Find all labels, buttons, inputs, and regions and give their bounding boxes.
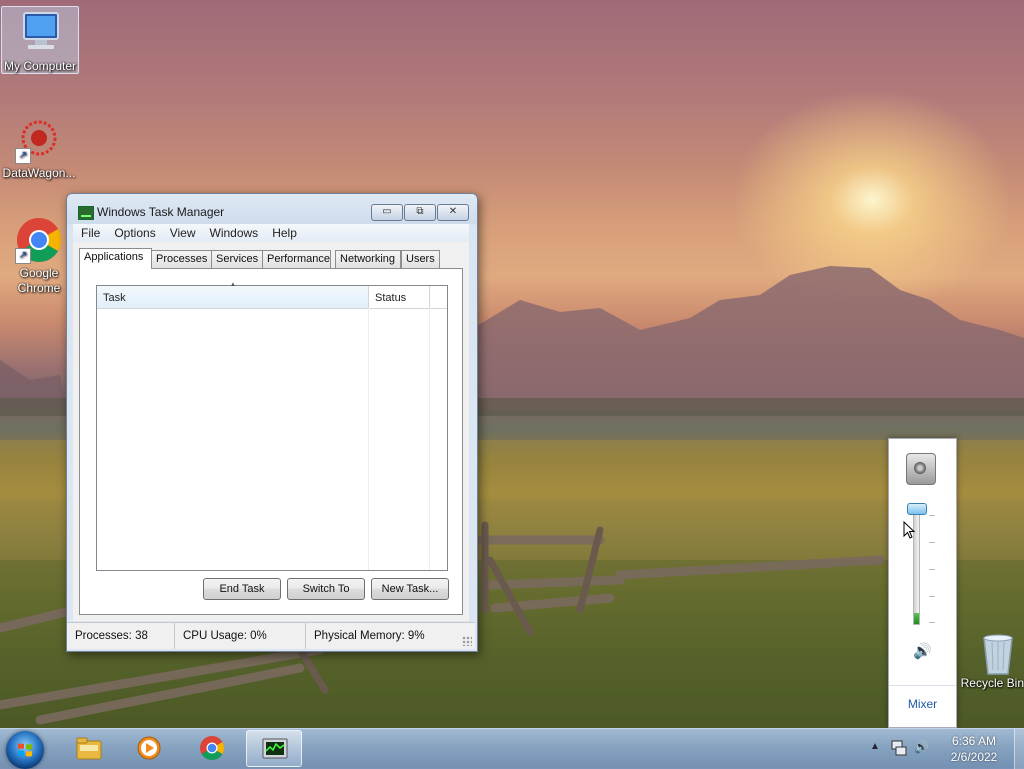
start-button[interactable] xyxy=(6,731,44,769)
windows-logo-icon xyxy=(18,743,32,757)
close-button[interactable]: ✕ xyxy=(437,204,469,221)
chrome-icon: ↗ xyxy=(15,216,63,264)
taskbar-chrome[interactable] xyxy=(184,730,240,767)
status-cpu-usage: CPU Usage: 0% xyxy=(175,623,306,649)
datawagon-icon: ↗ xyxy=(15,116,63,164)
show-hidden-icons-icon[interactable]: ▲ xyxy=(870,741,880,752)
status-physical-memory: Physical Memory: 9% xyxy=(314,630,425,642)
tab-networking[interactable]: Networking xyxy=(335,250,401,268)
client-area: Applications Processes Services Performa… xyxy=(73,242,469,621)
volume-icon[interactable]: 🔊 xyxy=(914,740,929,754)
menu-help[interactable]: Help xyxy=(265,224,304,242)
tab-services[interactable]: Services xyxy=(211,250,264,268)
menu-file[interactable]: File xyxy=(73,224,107,242)
volume-slider-thumb[interactable] xyxy=(907,503,927,515)
task-list[interactable]: ▲ Task Status xyxy=(96,280,448,571)
resize-grip[interactable] xyxy=(462,636,472,646)
clock-time: 6:36 AM xyxy=(951,734,997,748)
speaker-device-icon[interactable] xyxy=(906,453,936,485)
volume-level-fill xyxy=(914,612,919,624)
desktop-icon-datawagon[interactable]: ↗ DataWagon... xyxy=(1,114,77,181)
column-header-status[interactable]: Status xyxy=(369,286,430,308)
tab-users[interactable]: Users xyxy=(401,250,440,268)
desktop-icon-label: DataWagon... xyxy=(2,166,76,180)
column-divider xyxy=(368,308,369,570)
task-manager-window[interactable]: Windows Task Manager ▭ ⧉ ✕ File Options Vi… xyxy=(66,193,478,652)
computer-icon xyxy=(16,9,64,57)
divider xyxy=(889,685,956,686)
mute-speaker-icon[interactable]: 🔊 xyxy=(913,642,932,660)
tab-processes[interactable]: Processes xyxy=(151,250,213,268)
taskbar-media-player[interactable] xyxy=(121,730,177,767)
desktop-icon-label: My Computer xyxy=(3,59,77,73)
column-divider xyxy=(429,308,430,570)
new-task-button[interactable]: New Task... xyxy=(371,578,449,600)
status-bar: Processes: 38 CPU Usage: 0% Physical Mem… xyxy=(67,622,475,649)
window-title: Windows Task Manager xyxy=(97,205,225,219)
restore-button[interactable]: ⧉ xyxy=(404,204,436,221)
minimize-button[interactable]: ▭ xyxy=(371,204,403,221)
desktop-icon-my-computer[interactable]: My Computer xyxy=(1,6,79,74)
tab-performance[interactable]: Performance xyxy=(262,250,331,268)
network-icon[interactable] xyxy=(890,739,908,760)
menu-bar: File Options View Windows Help xyxy=(73,224,469,242)
show-desktop-button[interactable] xyxy=(1014,729,1024,769)
volume-ticks xyxy=(929,515,935,623)
title-bar[interactable]: Windows Task Manager ▭ ⧉ ✕ xyxy=(67,194,477,228)
taskbar-explorer[interactable] xyxy=(61,730,117,767)
status-processes: Processes: 38 xyxy=(67,623,175,649)
mouse-cursor-icon xyxy=(903,521,915,539)
list-header: ▲ Task Status xyxy=(97,280,447,309)
clock-date: 2/6/2022 xyxy=(950,750,998,764)
menu-options[interactable]: Options xyxy=(107,224,162,242)
shortcut-arrow-icon: ↗ xyxy=(15,248,31,264)
desktop-icon-label: Google Chrome xyxy=(17,266,61,295)
mixer-link[interactable]: Mixer xyxy=(889,697,956,711)
taskbar: ▲ 🔊 6:36 AM 2/6/2022 xyxy=(0,728,1024,769)
media-player-icon xyxy=(137,736,161,760)
tab-applications[interactable]: Applications xyxy=(79,248,152,269)
folder-icon xyxy=(76,737,102,760)
chrome-icon xyxy=(200,736,225,761)
clock[interactable]: 6:36 AM 2/6/2022 xyxy=(944,733,1004,765)
column-header-task[interactable]: Task xyxy=(97,286,369,308)
task-manager-icon xyxy=(78,206,94,220)
shortcut-arrow-icon: ↗ xyxy=(15,148,31,164)
menu-windows[interactable]: Windows xyxy=(203,224,266,242)
menu-view[interactable]: View xyxy=(163,224,203,242)
taskbar-task-manager[interactable] xyxy=(246,730,302,767)
recycle-bin-icon xyxy=(978,632,1018,676)
switch-to-button[interactable]: Switch To xyxy=(287,578,365,600)
volume-flyout: 🔊 Mixer xyxy=(888,438,957,728)
end-task-button[interactable]: End Task xyxy=(203,578,281,600)
task-manager-icon xyxy=(262,738,288,759)
